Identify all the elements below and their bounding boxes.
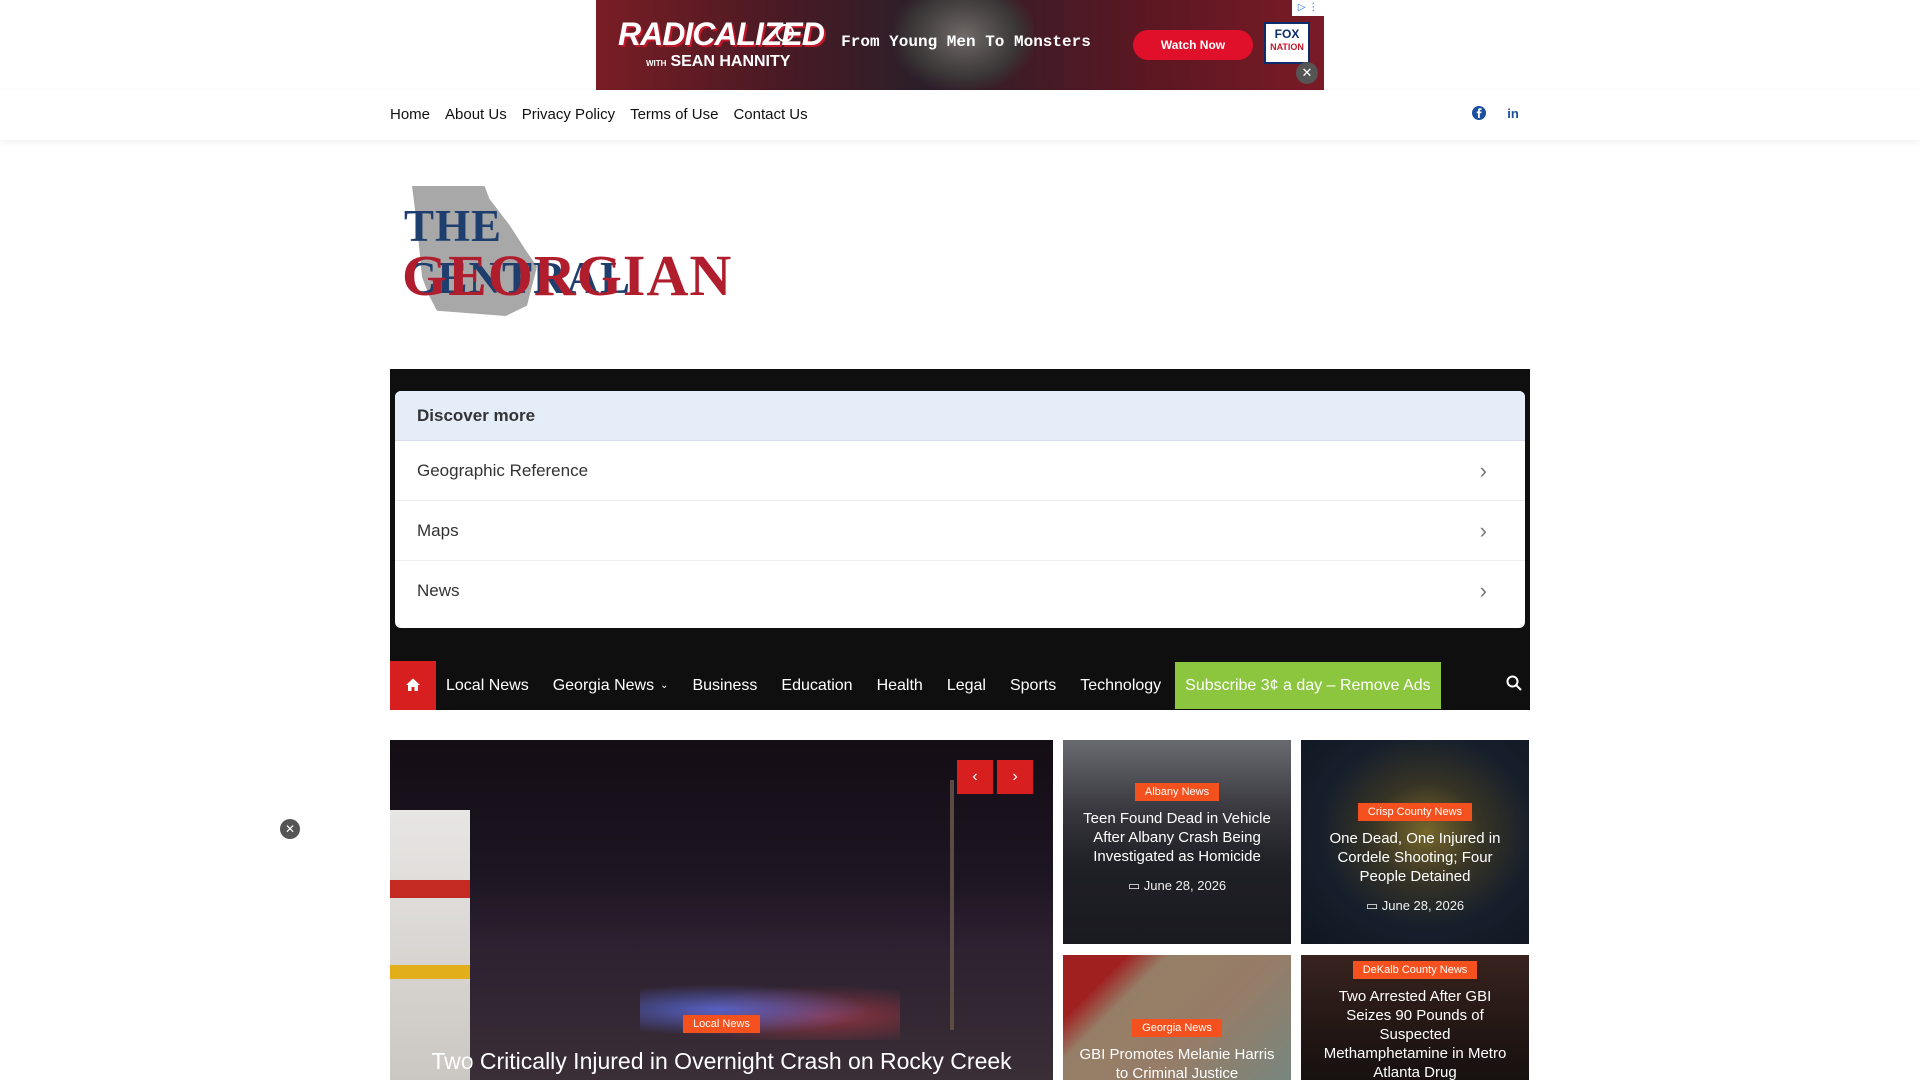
card-title[interactable]: Teen Found Dead in Vehicle After Albany … [1063, 809, 1291, 866]
facebook-icon[interactable] [1470, 105, 1488, 123]
top-nav: Home About Us Privacy Policy Terms of Us… [390, 90, 823, 140]
topnav-about[interactable]: About Us [445, 90, 507, 140]
calendar-icon: ▭ [1127, 878, 1144, 893]
featured-slider[interactable]: ‹ › Local News Two Critically Injured in… [390, 740, 1053, 1080]
card-content: Georgia News GBI Promotes Melanie Harris… [1063, 955, 1291, 1080]
ad-brand-sub: WITH SEAN HANNITY [646, 53, 791, 70]
mainnav-legal[interactable]: Legal [947, 677, 986, 695]
subscribe-button[interactable]: Subscribe 3¢ a day – Remove Ads [1175, 662, 1441, 709]
ad-choices-icon[interactable]: ▷ ⋮ [1292, 0, 1324, 16]
crosshair-icon [776, 24, 794, 42]
discover-item-news[interactable]: News › [395, 561, 1525, 621]
category-badge[interactable]: Albany News [1134, 783, 1220, 801]
logo-line-2: GEORGIAN [402, 243, 733, 308]
card-title[interactable]: Two Arrested After GBI Seizes 90 Pounds … [1301, 987, 1529, 1080]
news-card[interactable]: DeKalb County News Two Arrested After GB… [1301, 955, 1529, 1080]
ad-banner[interactable]: RADICALIZED WITH SEAN HANNITY From Young … [596, 0, 1324, 90]
image-detail [950, 780, 954, 1030]
discover-item-maps[interactable]: Maps › [395, 501, 1525, 561]
ad-network-logo: FOX NATION [1264, 22, 1310, 64]
mainnav-local-news[interactable]: Local News [446, 677, 529, 695]
category-badge[interactable]: Georgia News [1132, 1019, 1222, 1037]
ad-tagline: From Young Men To Monsters [841, 33, 1091, 51]
mainnav-sports[interactable]: Sports [1010, 677, 1056, 695]
card-content: DeKalb County News Two Arrested After GB… [1301, 955, 1529, 1080]
floating-close-button[interactable]: ✕ [280, 819, 300, 839]
image-detail [390, 965, 470, 979]
featured-image [390, 810, 470, 1080]
discover-more-panel: Discover more Geographic Reference › Map… [395, 391, 1525, 628]
topnav-privacy[interactable]: Privacy Policy [522, 90, 615, 140]
calendar-icon: ▭ [1365, 898, 1382, 913]
home-icon[interactable] [390, 661, 436, 710]
header-dark-band: Discover more Geographic Reference › Map… [390, 369, 1530, 710]
mainnav-business[interactable]: Business [692, 677, 757, 695]
news-card[interactable]: Crisp County News One Dead, One Injured … [1301, 740, 1529, 944]
mainnav-georgia-news[interactable]: Georgia News ⌄ [553, 677, 669, 695]
main-nav: Local News Georgia News ⌄ Business Educa… [390, 661, 1530, 710]
top-bar: Home About Us Privacy Policy Terms of Us… [0, 90, 1920, 140]
card-content: Albany News Teen Found Dead in Vehicle A… [1063, 740, 1291, 944]
topnav-terms[interactable]: Terms of Use [630, 90, 718, 140]
card-title[interactable]: One Dead, One Injured in Cordele Shootin… [1301, 829, 1529, 886]
card-date: ▭ June 28, 2026 [1127, 878, 1227, 893]
search-icon[interactable] [1506, 675, 1522, 696]
slider-next-button[interactable]: › [997, 760, 1033, 794]
featured-badge-wrap: Local News [390, 1014, 1053, 1033]
ad-close-button[interactable]: ✕ [1296, 62, 1318, 84]
mainnav-technology[interactable]: Technology [1080, 677, 1161, 695]
card-content: Crisp County News One Dead, One Injured … [1301, 740, 1529, 944]
topnav-contact[interactable]: Contact Us [733, 90, 807, 140]
card-date: ▭ June 28, 2026 [1365, 898, 1465, 913]
category-badge[interactable]: Local News [683, 1015, 760, 1033]
chevron-right-icon: › [1479, 458, 1487, 483]
mainnav-education[interactable]: Education [781, 677, 852, 695]
news-card[interactable]: Albany News Teen Found Dead in Vehicle A… [1063, 740, 1291, 944]
category-badge[interactable]: Crisp County News [1357, 803, 1473, 821]
discover-item-geographic-reference[interactable]: Geographic Reference › [395, 441, 1525, 501]
category-badge[interactable]: DeKalb County News [1352, 961, 1478, 979]
card-title[interactable]: GBI Promotes Melanie Harris to Criminal … [1063, 1045, 1291, 1080]
news-card[interactable]: Georgia News GBI Promotes Melanie Harris… [1063, 955, 1291, 1080]
slider-prev-button[interactable]: ‹ [957, 760, 993, 794]
mainnav-health[interactable]: Health [877, 677, 923, 695]
image-detail [390, 880, 470, 898]
featured-title[interactable]: Two Critically Injured in Overnight Cras… [390, 1048, 1053, 1075]
chevron-right-icon: › [1479, 518, 1487, 543]
top-ad-area: RADICALIZED WITH SEAN HANNITY From Young … [0, 0, 1920, 90]
site-logo[interactable]: THE CENTRAL GEORGIAN [400, 178, 740, 318]
social-links: in [1470, 105, 1522, 123]
ad-watch-button[interactable]: Watch Now [1133, 30, 1253, 60]
chevron-down-icon: ⌄ [660, 680, 669, 691]
chevron-right-icon: › [1479, 578, 1487, 603]
topnav-home[interactable]: Home [390, 90, 430, 140]
discover-heading: Discover more [395, 391, 1525, 441]
linkedin-icon[interactable]: in [1504, 105, 1522, 123]
